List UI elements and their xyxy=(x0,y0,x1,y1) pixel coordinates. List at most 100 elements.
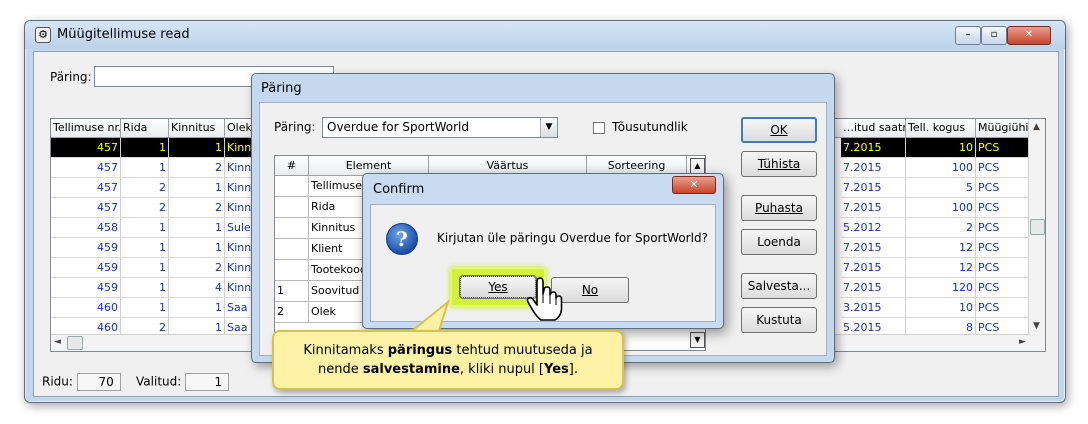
cell-unit: PCS xyxy=(976,258,1030,278)
cell-line: 1 xyxy=(121,138,169,158)
ascending-label: Tõusutundlik xyxy=(612,120,688,134)
cell-confirm: 2 xyxy=(169,258,225,278)
minimize-button[interactable]: – xyxy=(955,26,981,45)
callout-bold-2: salvestamine xyxy=(362,362,460,377)
cell-qty: 120 xyxy=(906,278,976,298)
cell-date: 5.2012 xyxy=(841,218,906,238)
close-icon[interactable]: ✕ xyxy=(672,176,716,194)
cell-order: 457 xyxy=(51,198,121,218)
col-line[interactable]: Rida xyxy=(121,119,169,138)
cell-order: 459 xyxy=(51,278,121,298)
query-row-number xyxy=(275,218,309,239)
status-bar: Ridu: 70 Valitud: 1 xyxy=(42,373,230,391)
scroll-down-icon[interactable]: ▼ xyxy=(1033,321,1040,331)
cell-line: 1 xyxy=(121,278,169,298)
ok-button-label: OK xyxy=(770,123,788,137)
cell-order: 457 xyxy=(51,158,121,178)
cell-order: 459 xyxy=(51,238,121,258)
yes-button-label: Yes xyxy=(488,280,508,294)
scroll-left-icon[interactable]: ◄ xyxy=(54,337,61,347)
cell-confirm: 1 xyxy=(169,178,225,198)
cell-line: 1 xyxy=(121,238,169,258)
chevron-down-icon[interactable]: ▼ xyxy=(540,118,557,137)
cell-qty: 2 xyxy=(906,218,976,238)
cell-order: 457 xyxy=(51,138,121,158)
cell-date: 7.2015 xyxy=(841,238,906,258)
clear-button[interactable]: Puhasta xyxy=(741,195,817,221)
chevron-down-icon[interactable]: ▼ xyxy=(690,332,705,348)
cell-line: 1 xyxy=(121,158,169,178)
col-qty[interactable]: Tell. kogus xyxy=(906,119,976,138)
ok-button[interactable]: OK xyxy=(741,117,817,143)
cell-date: 7.2015 xyxy=(841,138,906,158)
rows-count: 70 xyxy=(76,373,121,391)
cell-qty: 12 xyxy=(906,238,976,258)
selected-count: 1 xyxy=(185,373,230,391)
col-date[interactable]: …itud saatn xyxy=(841,119,906,138)
vertical-scrollbar[interactable]: ▲ ▼ xyxy=(1028,119,1045,351)
cell-date: 7.2015 xyxy=(841,158,906,178)
query-select-value: Overdue for SportWorld xyxy=(327,120,469,134)
cell-qty: 10 xyxy=(906,298,976,318)
cell-confirm: 4 xyxy=(169,278,225,298)
callout-pointer xyxy=(406,300,450,334)
close-button[interactable]: ✕ xyxy=(1007,26,1051,45)
cell-confirm: 2 xyxy=(169,158,225,178)
col-order-nr[interactable]: Tellimuse nr. xyxy=(51,119,121,138)
window-title: Müügitellimuse read xyxy=(57,27,190,42)
vertical-scroll-thumb[interactable] xyxy=(1030,219,1045,235)
col-confirm[interactable]: Kinnitus xyxy=(169,119,225,138)
cell-qty: 5 xyxy=(906,178,976,198)
query-select[interactable]: Overdue for SportWorld ▼ xyxy=(322,117,558,138)
cell-order: 459 xyxy=(51,258,121,278)
rows-label: Ridu: xyxy=(42,374,73,389)
query-dialog-title: Päring xyxy=(261,81,302,96)
cell-order: 458 xyxy=(51,218,121,238)
cell-confirm: 1 xyxy=(169,238,225,258)
confirm-dialog-title: Confirm xyxy=(373,182,425,197)
question-icon: ? xyxy=(386,223,418,255)
maximize-button[interactable]: ▫ xyxy=(981,26,1007,45)
query-row-number: 1 xyxy=(275,281,309,302)
cancel-button[interactable]: Tühista xyxy=(741,151,817,177)
cell-line: 1 xyxy=(121,218,169,238)
scroll-up-icon[interactable]: ▲ xyxy=(1033,122,1040,132)
callout-bold-1: päringus xyxy=(387,343,453,358)
ascending-checkbox[interactable] xyxy=(593,122,605,134)
no-button-label: No xyxy=(581,283,599,297)
callout-text-1: Kinnitamaks xyxy=(303,343,388,358)
cell-unit: PCS xyxy=(976,238,1030,258)
cell-qty: 10 xyxy=(906,138,976,158)
query-row-number xyxy=(275,197,309,218)
query-row-number xyxy=(275,260,309,281)
qcol-number: # xyxy=(275,156,309,176)
save-button[interactable]: Salvesta... xyxy=(741,273,817,299)
scroll-right-icon[interactable]: ► xyxy=(1019,337,1026,347)
cell-unit: PCS xyxy=(976,298,1030,318)
cell-qty: 100 xyxy=(906,198,976,218)
cell-date: 3.2015 xyxy=(841,298,906,318)
callout-text-2: tehtud muutuseda ja xyxy=(452,343,593,358)
query-row-number xyxy=(275,176,309,197)
cell-confirm: 1 xyxy=(169,218,225,238)
col-unit[interactable]: Müügiühik xyxy=(976,119,1030,138)
horizontal-scroll-thumb[interactable] xyxy=(67,336,83,350)
clear-button-label: Puhasta xyxy=(755,201,803,215)
cell-unit: PCS xyxy=(976,198,1030,218)
cell-confirm: 2 xyxy=(169,198,225,218)
callout-text-5: ]. xyxy=(568,362,578,377)
callout-text-4: , kliki nupul [ xyxy=(459,362,544,377)
confirm-message: Kirjutan üle päringu Overdue for SportWo… xyxy=(437,231,708,245)
cell-qty: 12 xyxy=(906,258,976,278)
cell-date: 7.2015 xyxy=(841,198,906,218)
scroll-up-icon[interactable]: ▲ xyxy=(690,158,705,174)
instruction-callout: Kinnitamaks päringus tehtud muutuseda ja… xyxy=(272,330,624,390)
cell-date: 7.2015 xyxy=(841,178,906,198)
cell-confirm: 1 xyxy=(169,138,225,158)
cell-unit: PCS xyxy=(976,138,1030,158)
cell-line: 1 xyxy=(121,298,169,318)
cell-date: 7.2015 xyxy=(841,278,906,298)
cell-date: 7.2015 xyxy=(841,258,906,278)
delete-button[interactable]: Kustuta xyxy=(741,307,817,333)
load-button[interactable]: Loenda xyxy=(741,229,817,255)
